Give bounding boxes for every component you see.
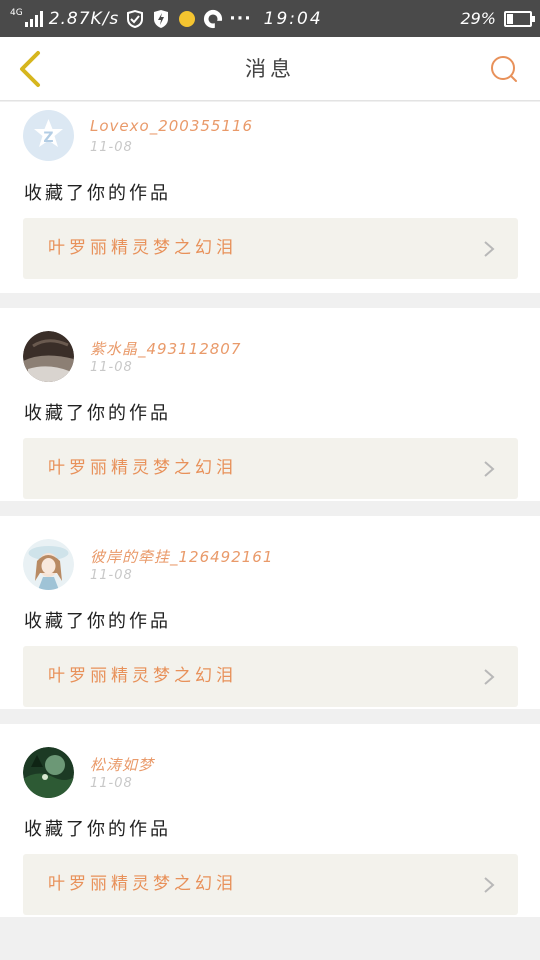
action-text: 收藏了你的作品 xyxy=(24,403,171,424)
chevron-right-icon xyxy=(484,669,495,685)
status-bar: 4G 2.87K/s ··· 19:04 29% xyxy=(0,0,540,37)
work-card[interactable]: 叶罗丽精灵梦之幻泪 xyxy=(23,854,518,915)
work-title: 叶罗丽精灵梦之幻泪 xyxy=(48,666,237,686)
lightning-icon xyxy=(151,9,171,29)
message-date: 11-08 xyxy=(90,776,133,791)
work-title: 叶罗丽精灵梦之幻泪 xyxy=(48,238,237,258)
yellow-dot-icon xyxy=(177,9,197,29)
username[interactable]: 彼岸的牵挂_126492161 xyxy=(90,546,273,567)
chevron-right-icon xyxy=(484,877,495,893)
list-item: 松涛如梦 11-08 收藏了你的作品 叶罗丽精灵梦之幻泪 xyxy=(0,724,540,917)
search-button[interactable] xyxy=(488,53,520,85)
username[interactable]: 紫水晶_493112807 xyxy=(90,338,241,359)
chevron-right-icon xyxy=(484,241,495,257)
work-card[interactable]: 叶罗丽精灵梦之幻泪 xyxy=(23,438,518,499)
message-date: 11-08 xyxy=(90,568,133,583)
check-shield-icon xyxy=(125,9,145,29)
search-icon xyxy=(491,56,517,82)
work-card[interactable]: 叶罗丽精灵梦之幻泪 xyxy=(23,646,518,707)
username[interactable]: 松涛如梦 xyxy=(90,754,154,775)
network-type: 4G xyxy=(10,8,23,18)
battery-percent: 29% xyxy=(460,9,496,28)
signal-icon xyxy=(24,10,43,27)
action-text: 收藏了你的作品 xyxy=(24,183,171,204)
avatar[interactable] xyxy=(23,747,74,798)
user-avatar-photo xyxy=(23,331,74,382)
work-title: 叶罗丽精灵梦之幻泪 xyxy=(48,458,237,478)
action-text: 收藏了你的作品 xyxy=(24,611,171,632)
message-date: 11-08 xyxy=(90,140,133,155)
app-header: 消息 xyxy=(0,37,540,101)
avatar[interactable] xyxy=(23,331,74,382)
anime-girl-avatar xyxy=(23,539,74,590)
page-title: 消息 xyxy=(245,57,295,81)
svg-text:Z: Z xyxy=(43,130,53,146)
network-speed: 2.87K/s xyxy=(48,8,120,29)
clock: 19:04 xyxy=(263,8,323,29)
app-icon xyxy=(203,9,224,29)
action-text: 收藏了你的作品 xyxy=(24,819,171,840)
avatar[interactable]: Z xyxy=(23,110,74,161)
username[interactable]: Lovexo_200355116 xyxy=(90,117,253,135)
qq-default-avatar: Z xyxy=(23,110,74,161)
list-item: 彼岸的牵挂_126492161 11-08 收藏了你的作品 叶罗丽精灵梦之幻泪 xyxy=(0,516,540,709)
avatar[interactable] xyxy=(23,539,74,590)
message-date: 11-08 xyxy=(90,360,133,375)
list-item: Z Lovexo_200355116 11-08 收藏了你的作品 叶罗丽精灵梦之… xyxy=(0,102,540,293)
work-title: 叶罗丽精灵梦之幻泪 xyxy=(48,874,237,894)
list-item: 紫水晶_493112807 11-08 收藏了你的作品 叶罗丽精灵梦之幻泪 xyxy=(0,308,540,501)
message-list: Z Lovexo_200355116 11-08 收藏了你的作品 叶罗丽精灵梦之… xyxy=(0,102,540,932)
battery-icon xyxy=(504,10,535,27)
more-dots-icon: ··· xyxy=(229,8,252,29)
forest-avatar xyxy=(23,747,74,798)
work-card[interactable]: 叶罗丽精灵梦之幻泪 xyxy=(23,218,518,279)
chevron-right-icon xyxy=(484,461,495,477)
